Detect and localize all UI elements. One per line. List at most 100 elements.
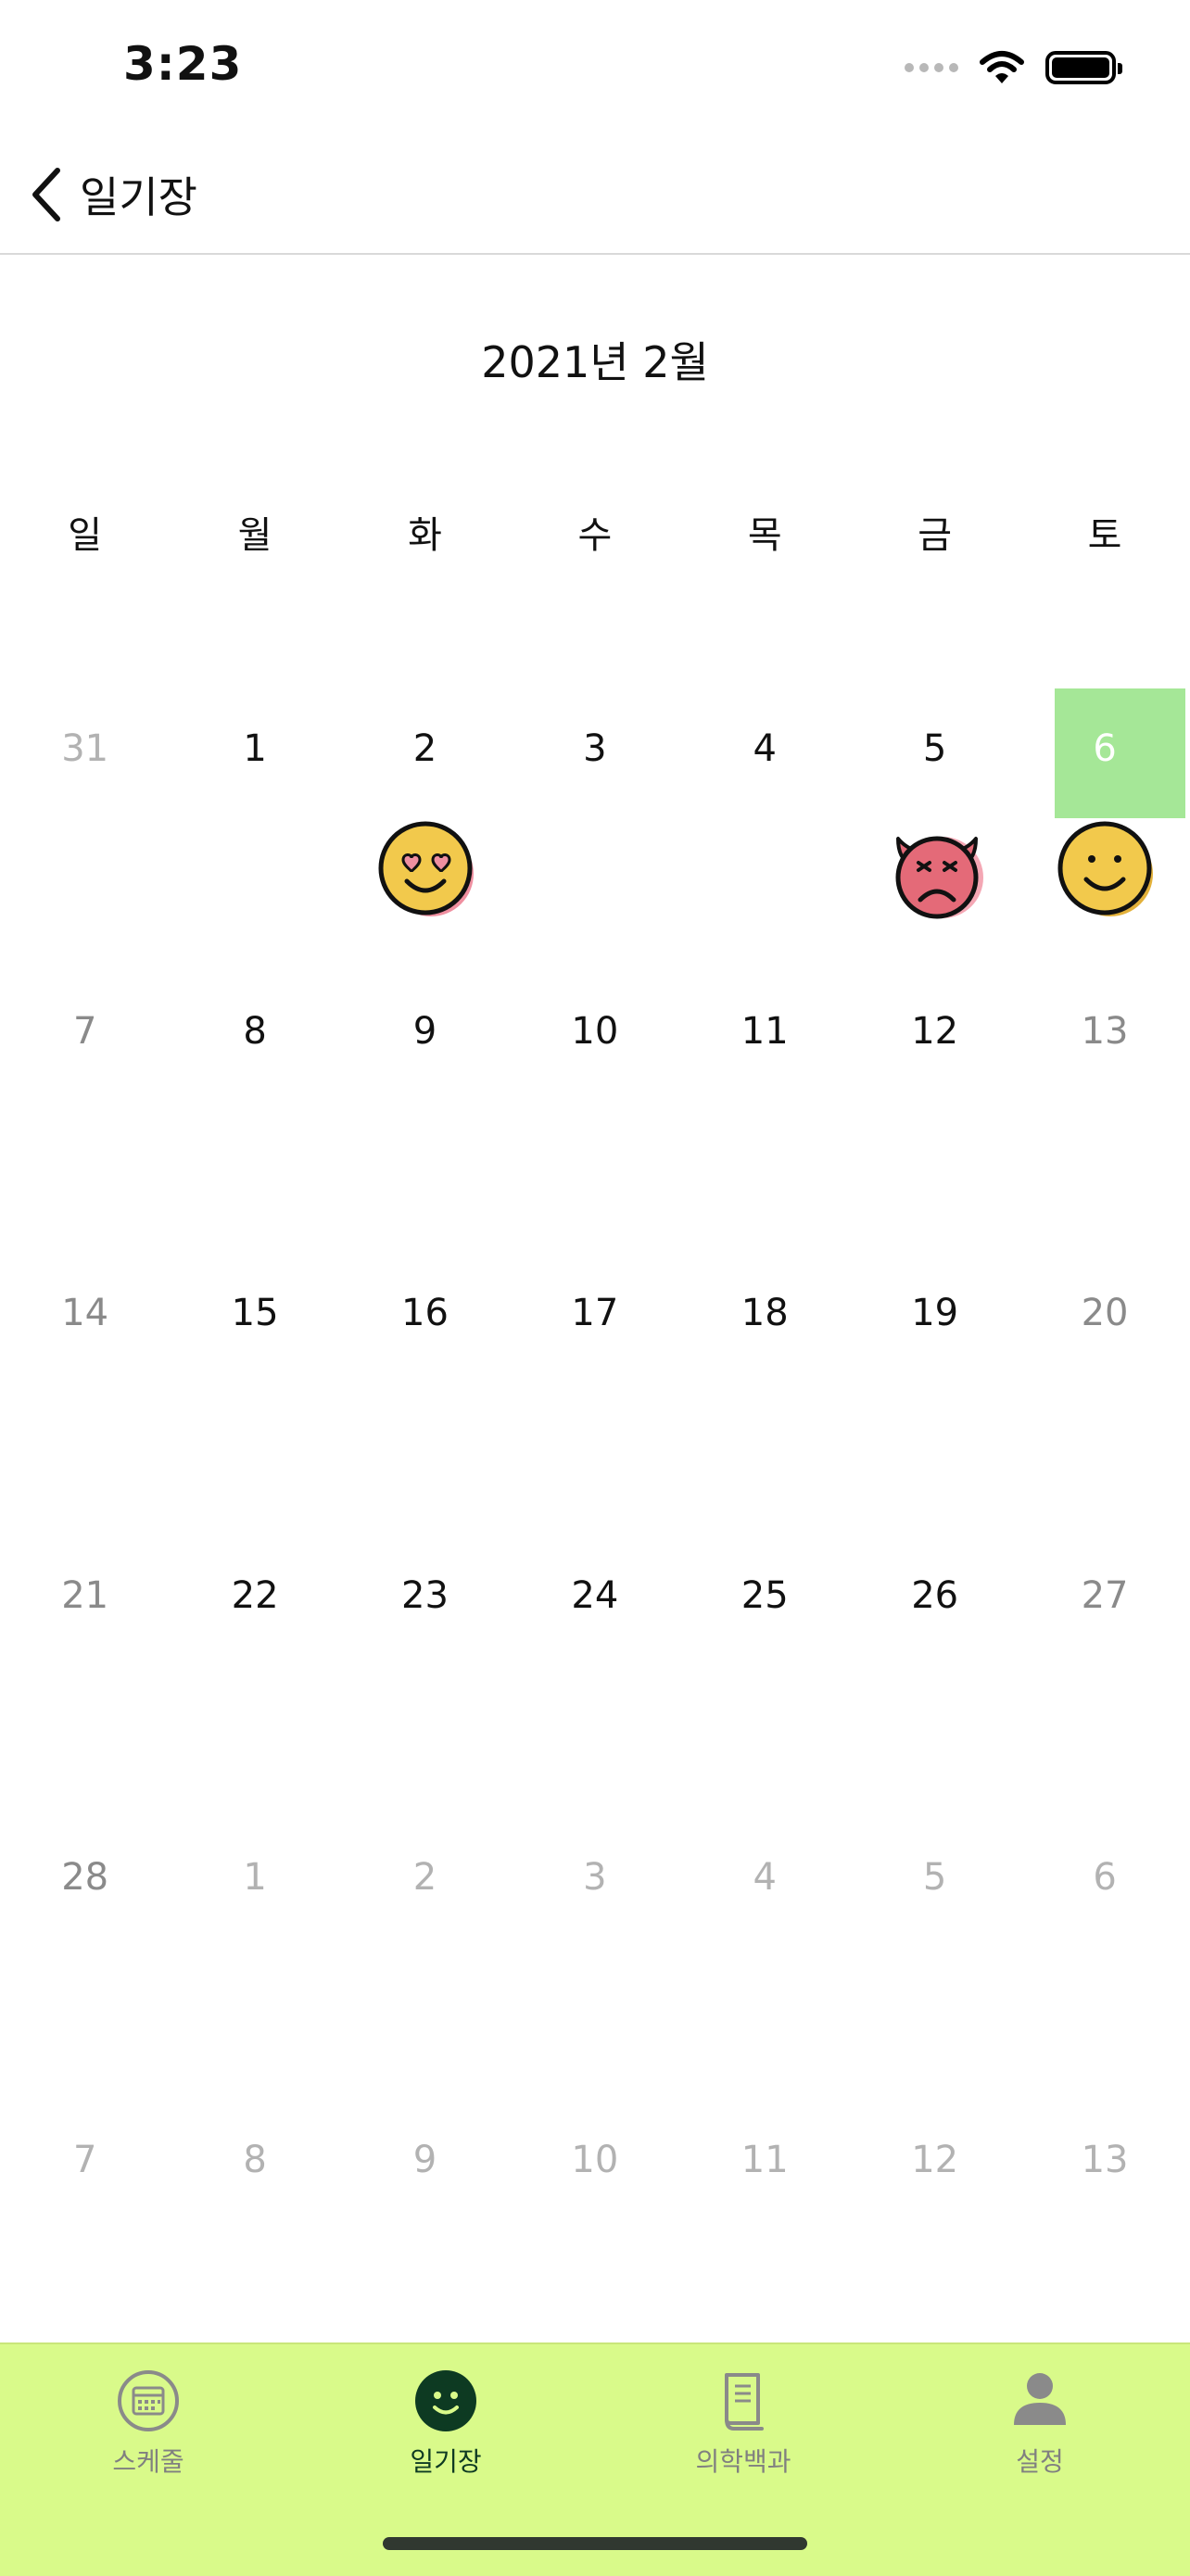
calendar-week-row: 31 1 2 3 4 5 6 — [0, 688, 1190, 971]
day-number: 4 — [753, 1856, 777, 1899]
calendar-day[interactable]: 2 — [340, 688, 510, 971]
calendar-day-selected[interactable]: 6 — [1019, 688, 1189, 971]
calendar-day[interactable]: 21 — [0, 1535, 170, 1818]
day-number: 5 — [922, 1856, 947, 1899]
day-number: 10 — [571, 2138, 619, 2181]
calendar-day[interactable]: 14 — [0, 1253, 170, 1535]
day-number: 11 — [741, 2138, 789, 2181]
weekday-label: 일 — [68, 514, 103, 557]
status-time: 3:23 — [123, 37, 243, 91]
day-number: 8 — [243, 2138, 267, 2181]
tab-label: 설정 — [1016, 2446, 1064, 2477]
calendar-day[interactable]: 17 — [510, 1253, 679, 1535]
day-number: 3 — [583, 1856, 607, 1899]
weekday-label: 화 — [408, 514, 442, 557]
calendar-day[interactable]: 3 — [510, 1817, 679, 2100]
calendar-day[interactable]: 13 — [1019, 971, 1189, 1254]
calendar-day[interactable]: 7 — [0, 2100, 170, 2382]
page-title: 일기장 — [80, 172, 197, 222]
tab-label: 의학백과 — [695, 2446, 791, 2477]
day-number: 15 — [231, 1292, 279, 1334]
day-number: 24 — [571, 1573, 619, 1617]
calendar-day[interactable]: 24 — [510, 1535, 679, 1818]
calendar-day[interactable]: 23 — [340, 1535, 510, 1818]
day-number: 13 — [1081, 1009, 1129, 1053]
calendar-day[interactable]: 25 — [680, 1535, 850, 1818]
day-number: 23 — [401, 1573, 449, 1617]
calendar-week-row: 7 8 9 10 11 12 13 — [0, 971, 1190, 1254]
calendar-day[interactable]: 11 — [680, 2100, 850, 2382]
day-number: 18 — [741, 1292, 789, 1334]
calendar-day[interactable]: 12 — [850, 971, 1019, 1254]
calendar-day[interactable]: 7 — [0, 971, 170, 1254]
status-bar: 3:23 — [0, 0, 1190, 139]
calendar-day[interactable]: 31 — [0, 688, 170, 971]
weekday-label: 목 — [747, 514, 782, 557]
calendar-day[interactable]: 5 — [850, 688, 1019, 971]
day-number: 13 — [1081, 2138, 1129, 2181]
day-number: 31 — [61, 727, 109, 770]
calendar-week-row: 21 22 23 24 25 26 27 — [0, 1535, 1190, 1818]
day-number: 20 — [1081, 1292, 1129, 1334]
back-button[interactable]: 일기장 — [28, 158, 197, 232]
calendar-day[interactable]: 18 — [680, 1253, 850, 1535]
tab-diary[interactable]: 일기장 — [353, 2368, 538, 2479]
weekday-label: 토 — [1087, 514, 1122, 557]
calendar-day[interactable]: 1 — [170, 688, 339, 971]
calendar-day[interactable]: 26 — [850, 1535, 1019, 1818]
day-number: 10 — [571, 1009, 619, 1053]
calendar-day[interactable]: 4 — [680, 1817, 850, 2100]
tab-schedule[interactable]: 스케줄 — [56, 2368, 241, 2479]
calendar-day[interactable]: 4 — [680, 688, 850, 971]
calendar-day[interactable]: 16 — [340, 1253, 510, 1535]
calendar-day[interactable]: 1 — [170, 1817, 339, 2100]
calendar-icon — [118, 2370, 179, 2431]
day-number: 8 — [243, 1009, 267, 1053]
calendar-day[interactable]: 20 — [1019, 1253, 1189, 1535]
calendar-day[interactable]: 27 — [1019, 1535, 1189, 1818]
day-number: 22 — [231, 1573, 279, 1617]
tab-label: 일기장 — [410, 2446, 482, 2477]
day-number: 14 — [61, 1292, 109, 1334]
day-number: 9 — [412, 2138, 437, 2181]
month-title: 2021년 2월 — [481, 337, 709, 387]
weekday-label: 수 — [577, 514, 613, 557]
calendar-day[interactable]: 8 — [170, 971, 339, 1254]
day-number: 1 — [243, 727, 267, 770]
angry-devil-emoji-icon — [885, 818, 989, 922]
day-number: 7 — [72, 2138, 97, 2181]
weekday-label: 월 — [237, 514, 272, 557]
day-number: 21 — [61, 1573, 109, 1617]
calendar-day[interactable]: 6 — [1019, 1817, 1189, 2100]
calendar-day[interactable]: 8 — [170, 2100, 339, 2382]
day-number: 25 — [741, 1573, 789, 1617]
calendar-day[interactable]: 9 — [340, 971, 510, 1254]
calendar-day[interactable]: 11 — [680, 971, 850, 1254]
book-icon — [725, 2373, 764, 2431]
calendar-week-row: 14 15 16 17 18 19 20 — [0, 1253, 1190, 1535]
calendar-week-row: 28 1 2 3 4 5 6 — [0, 1817, 1190, 2100]
day-number: 26 — [911, 1573, 959, 1617]
calendar-day[interactable]: 13 — [1019, 2100, 1189, 2382]
calendar-day[interactable]: 12 — [850, 2100, 1019, 2382]
calendar-day[interactable]: 22 — [170, 1535, 339, 1818]
day-number: 2 — [412, 1856, 437, 1899]
calendar-day[interactable]: 19 — [850, 1253, 1019, 1535]
calendar-day[interactable]: 15 — [170, 1253, 339, 1535]
tab-settings[interactable]: 설정 — [947, 2368, 1133, 2479]
calendar-day[interactable]: 28 — [0, 1817, 170, 2100]
heart-eyes-emoji-icon — [375, 818, 479, 922]
calendar-day[interactable]: 9 — [340, 2100, 510, 2382]
day-number: 11 — [741, 1009, 789, 1053]
home-indicator — [383, 2537, 807, 2550]
tab-medical-encyclopedia[interactable]: 의학백과 — [651, 2368, 836, 2479]
tab-label: 스케줄 — [112, 2446, 184, 2477]
calendar-day[interactable]: 10 — [510, 971, 679, 1254]
battery-icon — [1045, 51, 1122, 84]
calendar-day[interactable]: 3 — [510, 688, 679, 971]
day-number: 16 — [401, 1292, 449, 1334]
day-number: 9 — [412, 1009, 437, 1053]
calendar-day[interactable]: 10 — [510, 2100, 679, 2382]
calendar-day[interactable]: 5 — [850, 1817, 1019, 2100]
calendar-day[interactable]: 2 — [340, 1817, 510, 2100]
